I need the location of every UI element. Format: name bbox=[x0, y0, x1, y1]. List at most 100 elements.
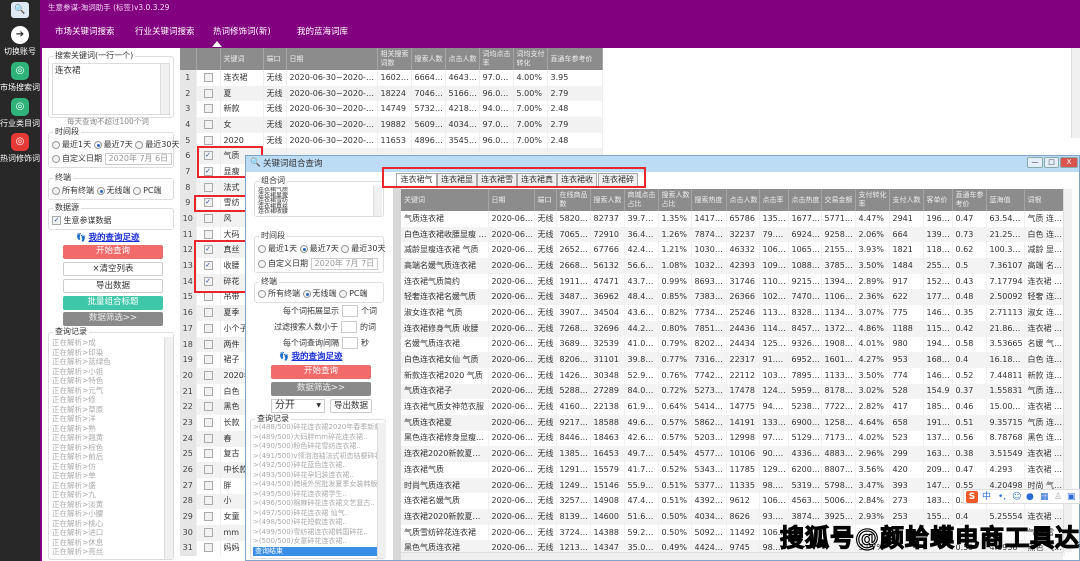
table-row[interactable]: 轻奢连衣裙名媛气质2020-06-3...无线34879233696248.41… bbox=[401, 289, 1065, 306]
batch-title-button[interactable]: 批量组合标题 bbox=[63, 296, 163, 310]
column-header[interactable]: 关键词 bbox=[401, 189, 489, 211]
column-header[interactable]: 相关搜索词数 bbox=[377, 48, 412, 70]
emoji-icon[interactable]: ☺ bbox=[1012, 491, 1021, 503]
result-tab[interactable]: 连衣裙收腰 bbox=[557, 173, 597, 187]
dialog-title-bar[interactable]: 🔍 关键词组合查询 — □ X bbox=[246, 156, 1079, 172]
interval-input[interactable] bbox=[342, 337, 358, 349]
search-keyword-textarea[interactable]: 连衣裙 bbox=[52, 63, 170, 115]
row-checkbox[interactable] bbox=[203, 339, 213, 349]
log-scrollbar[interactable] bbox=[377, 423, 386, 558]
user-icon[interactable]: ♙ bbox=[1054, 491, 1062, 503]
column-header[interactable]: 词均点击率 bbox=[479, 48, 514, 70]
minimize-button[interactable]: — bbox=[1027, 157, 1043, 168]
radio-last-1-day[interactable]: 最近1天 bbox=[52, 140, 91, 149]
data-filter-button[interactable]: 数据筛选>> bbox=[271, 382, 371, 396]
table-row[interactable]: 连衣裙气质简约2020-06-3...无线19112884747143.77%0… bbox=[401, 273, 1065, 290]
column-header[interactable]: 点击人数 bbox=[726, 189, 760, 211]
log-entry-selected[interactable]: 查询结束 bbox=[253, 546, 377, 556]
row-checkbox[interactable] bbox=[203, 119, 213, 129]
row-checkbox[interactable] bbox=[203, 229, 213, 239]
column-header[interactable]: 支付转化率 bbox=[855, 189, 890, 211]
row-checkbox[interactable]: ✓ bbox=[203, 151, 213, 161]
radio-last-7-days[interactable]: 最近7天 bbox=[93, 140, 133, 149]
column-header[interactable]: 端口 bbox=[263, 48, 287, 70]
table-row[interactable]: 3 新款无线2020-06-30~2020-07-0614749573255142… bbox=[180, 101, 603, 118]
row-checkbox[interactable] bbox=[203, 527, 213, 537]
table-row[interactable]: 白色连衣裙收腰显瘦 气质2020-06-3...无线7065897291036.… bbox=[401, 226, 1065, 243]
row-checkbox[interactable] bbox=[203, 323, 213, 333]
table-row[interactable]: 4 女无线2020-06-30~2020-07-06198825609854403… bbox=[180, 117, 603, 133]
column-header[interactable]: 交易金额 bbox=[821, 189, 856, 211]
row-checkbox[interactable] bbox=[203, 402, 213, 412]
expand-count-input[interactable] bbox=[342, 305, 358, 317]
row-checkbox[interactable]: ✓ bbox=[203, 198, 213, 208]
row-checkbox[interactable] bbox=[203, 308, 213, 318]
table-row[interactable]: 黑色连衣裙修身显瘦气质2020-06-3...无线8446061846342.6… bbox=[401, 430, 1065, 447]
table-row[interactable]: 减龄显瘦连衣裙 气质2020-06-3...无线2652836776642.48… bbox=[401, 242, 1065, 259]
column-header[interactable]: 词根 bbox=[1024, 189, 1065, 211]
sidebar-item-industry-category[interactable]: ◎ 行业类目词 bbox=[0, 98, 40, 129]
column-header[interactable]: 点击热度 bbox=[788, 189, 822, 211]
query-log-list[interactable]: 正在解析>成 正在解析>印染 正在解析>蓝绿色 正在解析>小姐 正在解析>特色 正在解析>… bbox=[52, 338, 162, 557]
clear-list-button[interactable]: ×清空列表 bbox=[63, 262, 163, 276]
column-header[interactable]: 商城点击占比 bbox=[624, 189, 659, 211]
radio-last-7-days[interactable]: 最近7天 bbox=[299, 244, 339, 253]
table-row[interactable]: 连衣裙气质女神范衣服2020-06-3...无线4160802213861.92… bbox=[401, 399, 1065, 415]
row-checkbox[interactable] bbox=[203, 543, 213, 553]
row-checkbox[interactable] bbox=[203, 417, 213, 427]
tab-industry-keyword[interactable]: 行业关键词搜索 bbox=[135, 27, 195, 37]
table-row[interactable]: 连衣裙2020新款夏长裙 ...2020-06-3...无线1385323164… bbox=[401, 446, 1065, 462]
punctuation-icon[interactable]: •, bbox=[998, 491, 1006, 503]
table-row[interactable]: 连衣裙修身气质 收腰2020-06-3...无线7268393269644.26… bbox=[401, 320, 1065, 337]
keyboard-icon[interactable]: ▦ bbox=[1040, 491, 1049, 503]
date-picker[interactable]: 2020年 7月 6日 bbox=[104, 153, 173, 165]
result-tab[interactable]: 连衣裙真丝 bbox=[517, 173, 557, 187]
combo-scrollbar[interactable] bbox=[373, 186, 382, 216]
row-checkbox[interactable]: ✓ bbox=[203, 245, 213, 255]
table-row[interactable]: 5 2020无线2020-06-30~2020-07-06116534896141… bbox=[180, 132, 603, 149]
ime-toolbar[interactable]: S 中 •, ☺ ● ▦ ♙ ▣ bbox=[963, 489, 1080, 504]
ime-mode[interactable]: 中 bbox=[982, 491, 991, 503]
column-header[interactable]: 点击率 bbox=[759, 189, 789, 211]
row-checkbox[interactable] bbox=[203, 496, 213, 506]
start-query-button[interactable]: 开始查询 bbox=[271, 365, 371, 379]
export-data-button[interactable]: 导出数据 bbox=[330, 399, 372, 413]
row-checkbox[interactable]: ✓ bbox=[203, 166, 213, 176]
column-header[interactable]: 日期 bbox=[488, 189, 535, 211]
split-mode-select[interactable]: 分开 ▼ bbox=[271, 399, 325, 413]
table-row[interactable]: 气质连衣裙夏2020-06-3...无线9217371858849.67%0.5… bbox=[401, 414, 1065, 431]
column-header[interactable]: 搜索人数 bbox=[590, 189, 625, 211]
column-header[interactable]: 蓝海值 bbox=[986, 189, 1025, 211]
export-data-button[interactable]: 导出数据 bbox=[63, 279, 163, 293]
column-header[interactable]: 端口 bbox=[534, 189, 557, 211]
row-checkbox[interactable] bbox=[203, 433, 213, 443]
radio-wireless[interactable]: 无线端 bbox=[302, 289, 337, 298]
table-row[interactable]: 1 连衣裙无线2020-06-30~2020-07-06160267666479.… bbox=[180, 70, 603, 86]
table-row[interactable]: 新款连衣裙2020 气质2020-06-3...无线14261063034852… bbox=[401, 367, 1065, 384]
row-checkbox[interactable] bbox=[203, 135, 213, 145]
result-tab[interactable]: 连衣裙雪纺 bbox=[477, 173, 517, 187]
row-checkbox[interactable] bbox=[203, 480, 213, 490]
table-row[interactable]: 连衣裙气质2020-06-3...无线12918981557941.77%0.5… bbox=[401, 462, 1065, 478]
table-row[interactable]: 高端名媛气质连衣裙2020-06-3...无线26689315613256.63… bbox=[401, 258, 1065, 274]
row-checkbox[interactable] bbox=[203, 182, 213, 192]
row-checkbox[interactable] bbox=[203, 449, 213, 459]
row-checkbox[interactable] bbox=[203, 214, 213, 224]
radio-last-1-day[interactable]: 最近1天 bbox=[258, 244, 297, 253]
column-header[interactable]: 搜索人数占比 bbox=[658, 189, 692, 211]
tab-blue-ocean[interactable]: 我的蓝海词库 bbox=[297, 27, 348, 37]
sidebar-item-market-search[interactable]: ◎ 市场搜索词 bbox=[0, 62, 40, 93]
column-header[interactable]: 关键词 bbox=[220, 48, 264, 70]
table-row[interactable]: 连衣裙2020新款夏款气质2020-06-3...无线8139601460051… bbox=[401, 509, 1065, 525]
table-row[interactable]: 气质连衣裙2020-06-3...无线5820218273739.73%1.35… bbox=[401, 211, 1065, 227]
combo-words-textarea[interactable]: 连衣裙气质 连衣裙显瘦 连衣裙雪纺 连衣裙真丝 连衣裙收腰 bbox=[258, 187, 370, 216]
log-scrollbar[interactable] bbox=[164, 337, 173, 559]
textarea-scrollbar[interactable] bbox=[160, 64, 169, 114]
main-table-scrollbar[interactable] bbox=[1071, 48, 1080, 138]
row-checkbox[interactable] bbox=[203, 355, 213, 365]
table-row[interactable]: 淑女连衣裙 气质2020-06-3...无线39071293450443.67%… bbox=[401, 305, 1065, 321]
maximize-button[interactable]: □ bbox=[1044, 157, 1059, 168]
my-history-link[interactable]: 我的查询足迹 bbox=[292, 352, 343, 362]
result-tab[interactable]: 连衣裙碎花 bbox=[598, 173, 638, 187]
column-header[interactable]: 客单价 bbox=[923, 189, 953, 211]
